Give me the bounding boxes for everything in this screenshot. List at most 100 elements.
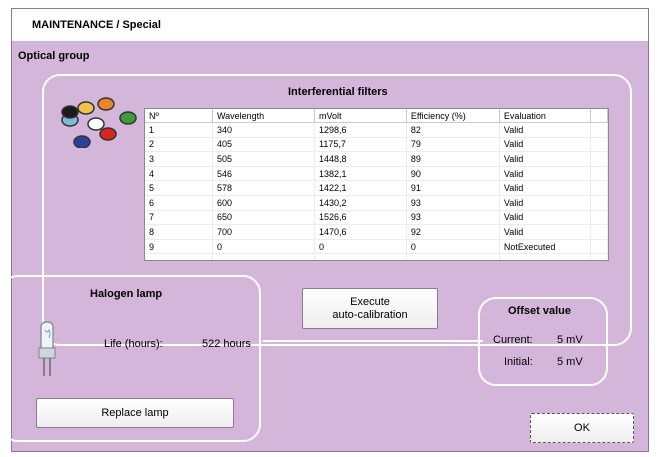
table-cell-empty [406,253,500,260]
table-cell: 0 [406,239,500,255]
filter-disc [119,111,137,125]
table-cell: 600 [212,195,316,211]
window-title: MAINTENANCE / Special [32,19,161,31]
table-row[interactable]: 7 650 1526,6 93 Valid [145,210,608,226]
table-cell: 3 [145,151,213,167]
table-cell: Valid [499,151,592,167]
filter-disc [87,117,105,131]
table-cell: 2 [145,137,213,153]
filter-disc [73,135,91,148]
table-cell-spacer [590,210,608,226]
table-cell: 1430,2 [314,195,407,211]
table-cell: 1422,1 [314,180,407,196]
table-row[interactable]: 9 0 0 0 NotExecuted [145,239,608,255]
table-cell: 9 [145,239,213,255]
table-cell: Valid [499,224,592,240]
table-cell: 650 [212,210,316,226]
offset-title: Offset value [508,305,571,317]
table-row[interactable]: 6 600 1430,2 93 Valid [145,195,608,211]
column-header[interactable]: mVolt [314,109,407,123]
filters-title: Interferential filters [288,86,388,98]
table-cell: 1470,6 [314,224,407,240]
table-cell: 8 [145,224,213,240]
table-cell-spacer [590,151,608,167]
table-cell: 7 [145,210,213,226]
table-cell: 578 [212,180,316,196]
table-cell-empty [314,253,407,260]
table-cell: 91 [406,180,500,196]
table-cell-spacer [590,122,608,138]
table-cell: 340 [212,122,316,138]
table-cell: Valid [499,180,592,196]
table-cell-spacer [590,239,608,255]
halogen-lamp-icon [38,321,56,376]
filter-disc [99,127,117,141]
filter-disc [61,105,79,119]
column-header[interactable]: Efficiency (%) [406,109,500,123]
offset-initial-label: Initial: [504,356,533,368]
offset-initial-value: 5 mV [557,356,583,368]
title-bar: MAINTENANCE / Special [12,9,648,42]
offset-current-label: Current: [493,334,533,346]
table-row[interactable]: 5 578 1422,1 91 Valid [145,180,608,196]
table-cell: 6 [145,195,213,211]
column-header[interactable]: Nº [145,109,213,123]
table-cell: 505 [212,151,316,167]
ok-button[interactable]: OK [530,413,634,443]
table-row[interactable]: 8 700 1470,6 92 Valid [145,224,608,240]
offset-current-value: 5 mV [557,334,583,346]
table-cell: 1526,6 [314,210,407,226]
table-cell: 93 [406,195,500,211]
table-cell: 546 [212,166,316,182]
table-cell: NotExecuted [499,239,592,255]
table-cell: 0 [314,239,407,255]
table-cell: 1298,6 [314,122,407,138]
table-cell: 0 [212,239,316,255]
table-cell-spacer [590,166,608,182]
halogen-title: Halogen lamp [90,288,163,300]
table-cell-spacer [590,180,608,196]
column-header-spacer [590,109,608,123]
replace-lamp-button[interactable]: Replace lamp [36,398,234,428]
table-row-empty [145,253,608,260]
table-cell: 89 [406,151,500,167]
table-cell: Valid [499,122,592,138]
table-cell: 90 [406,166,500,182]
table-cell: 1 [145,122,213,138]
table-cell: 405 [212,137,316,153]
column-header[interactable]: Evaluation [499,109,592,123]
table-cell-spacer [590,137,608,153]
life-hours-value: 522 hours [202,338,251,350]
table-cell: Valid [499,166,592,182]
table-cell-empty [499,253,592,260]
table-cell: 4 [145,166,213,182]
execute-auto-calibration-button[interactable]: Execute auto-calibration [302,288,438,329]
filter-disc [97,97,115,111]
filters-table[interactable]: Nº Wavelength mVolt Efficiency (%) Evalu… [144,108,609,261]
table-cell: 79 [406,137,500,153]
table-cell: 92 [406,224,500,240]
table-cell-spacer [590,224,608,240]
table-cell: Valid [499,195,592,211]
table-cell: Valid [499,210,592,226]
filter-disc [77,101,95,115]
table-row[interactable]: 4 546 1382,1 90 Valid [145,166,608,182]
table-cell-empty [212,253,316,260]
column-header[interactable]: Wavelength [212,109,316,123]
execute-label-line2: auto-calibration [332,308,408,321]
table-cell: 700 [212,224,316,240]
life-hours-label: Life (hours): [104,338,163,350]
color-filters-icon [61,97,137,148]
table-cell: 93 [406,210,500,226]
table-header-row: Nº Wavelength mVolt Efficiency (%) Evalu… [145,109,608,123]
table-cell-spacer [590,195,608,211]
table-cell-empty [590,253,608,260]
table-row[interactable]: 2 405 1175,7 79 Valid [145,137,608,153]
table-row[interactable]: 1 340 1298,6 82 Valid [145,122,608,138]
table-cell: 1448,8 [314,151,407,167]
table-row[interactable]: 3 505 1448,8 89 Valid [145,151,608,167]
table-cell: 82 [406,122,500,138]
table-cell: 5 [145,180,213,196]
table-cell: Valid [499,137,592,153]
execute-label-line1: Execute [350,295,390,308]
